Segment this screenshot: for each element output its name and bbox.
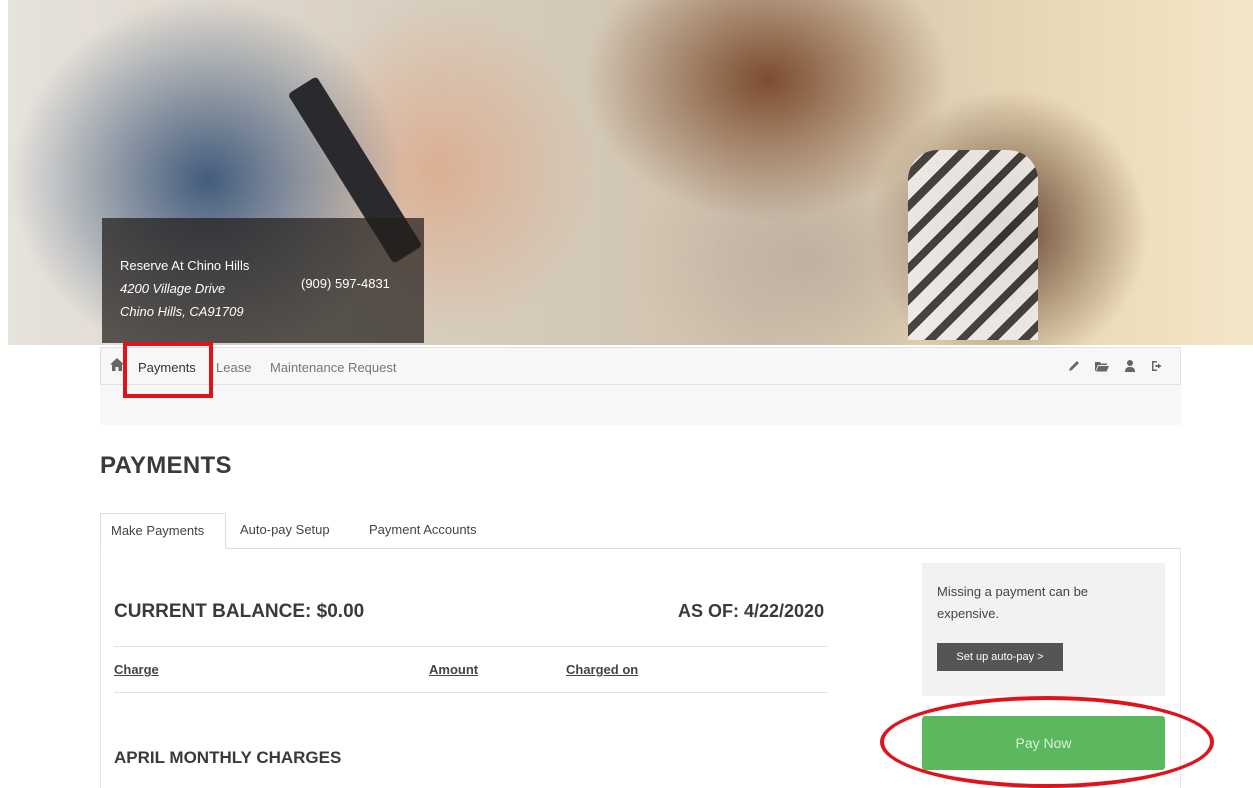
- main-navbar: Payments Lease Maintenance Request: [100, 347, 1181, 385]
- autopay-promo-panel: Missing a payment can be expensive. Set …: [922, 563, 1165, 696]
- page-title: PAYMENTS: [100, 452, 232, 479]
- monthly-charges-heading: APRIL MONTHLY CHARGES: [114, 748, 342, 767]
- tab-auto-pay-setup[interactable]: Auto-pay Setup: [230, 513, 340, 549]
- property-address-line1: 4200 Village Drive: [120, 281, 226, 296]
- payments-highlight-box: [123, 342, 213, 398]
- sign-out-icon[interactable]: [1150, 358, 1166, 374]
- pencil-icon[interactable]: [1066, 358, 1082, 374]
- column-header-amount[interactable]: Amount: [429, 662, 478, 677]
- column-header-charge[interactable]: Charge: [114, 662, 159, 677]
- column-header-charged-on[interactable]: Charged on: [566, 662, 638, 677]
- pay-now-highlight-ellipse: [880, 696, 1214, 788]
- nav-tools: [1066, 358, 1166, 374]
- balance-as-of-date: AS OF: 4/22/2020: [678, 601, 825, 621]
- autopay-promo-message: Missing a payment can be expensive.: [937, 584, 1089, 621]
- divider-bottom: [114, 692, 828, 693]
- current-balance: CURRENT BALANCE: $0.00: [114, 601, 365, 622]
- property-info-box: Reserve At Chino Hills 4200 Village Driv…: [102, 218, 424, 343]
- tab-make-payments[interactable]: Make Payments: [100, 513, 226, 549]
- property-address-line2: Chino Hills, CA91709: [120, 304, 244, 319]
- user-icon[interactable]: [1122, 358, 1138, 374]
- hero-striped-shirt-shape: [908, 150, 1038, 340]
- property-phone: (909) 597-4831: [301, 276, 390, 291]
- divider-top: [114, 646, 828, 647]
- tab-payment-accounts[interactable]: Payment Accounts: [359, 513, 487, 549]
- nav-item-lease[interactable]: Lease: [216, 360, 251, 375]
- setup-autopay-button[interactable]: Set up auto-pay >: [937, 643, 1063, 671]
- property-name: Reserve At Chino Hills: [120, 258, 250, 273]
- nav-item-maintenance-request[interactable]: Maintenance Request: [270, 360, 396, 375]
- folder-open-icon[interactable]: [1094, 358, 1110, 374]
- nav-sub-strip: [100, 385, 1181, 425]
